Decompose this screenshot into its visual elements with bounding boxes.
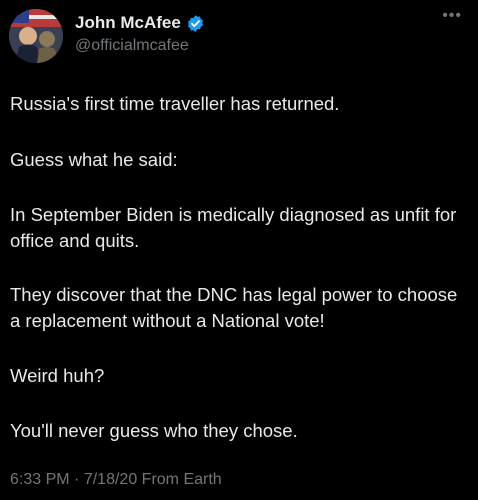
ellipsis-icon[interactable]: •••: [442, 8, 462, 24]
avatar[interactable]: [9, 9, 63, 63]
tweet-paragraph: You'll never guess who they chose.: [10, 420, 298, 441]
tweet-paragraph: They discover that the DNC has legal pow…: [10, 284, 458, 331]
verified-badge-icon: [186, 14, 205, 33]
author-handle[interactable]: @officialmcafee: [75, 36, 189, 56]
display-name[interactable]: John McAfee: [75, 12, 181, 34]
tweet-date[interactable]: 7/18/20: [84, 471, 137, 488]
meta-separator: ·: [74, 471, 80, 488]
tweet-meta: 6:33 PM · 7/18/20 From Earth: [10, 470, 222, 490]
author-name-row[interactable]: John McAfee: [75, 12, 205, 34]
tweet-paragraph: Russia's first time traveller has return…: [10, 93, 340, 114]
tweet: John McAfee @officialmcafee ••• Russia's…: [0, 0, 478, 500]
tweet-paragraph: Guess what he said:: [10, 149, 178, 170]
tweet-time[interactable]: 6:33 PM: [10, 471, 70, 488]
avatar-image: [9, 9, 63, 63]
tweet-source: From Earth: [141, 471, 222, 488]
tweet-paragraph: Weird huh?: [10, 365, 105, 386]
tweet-paragraph: In September Biden is medically diagnose…: [10, 204, 457, 251]
